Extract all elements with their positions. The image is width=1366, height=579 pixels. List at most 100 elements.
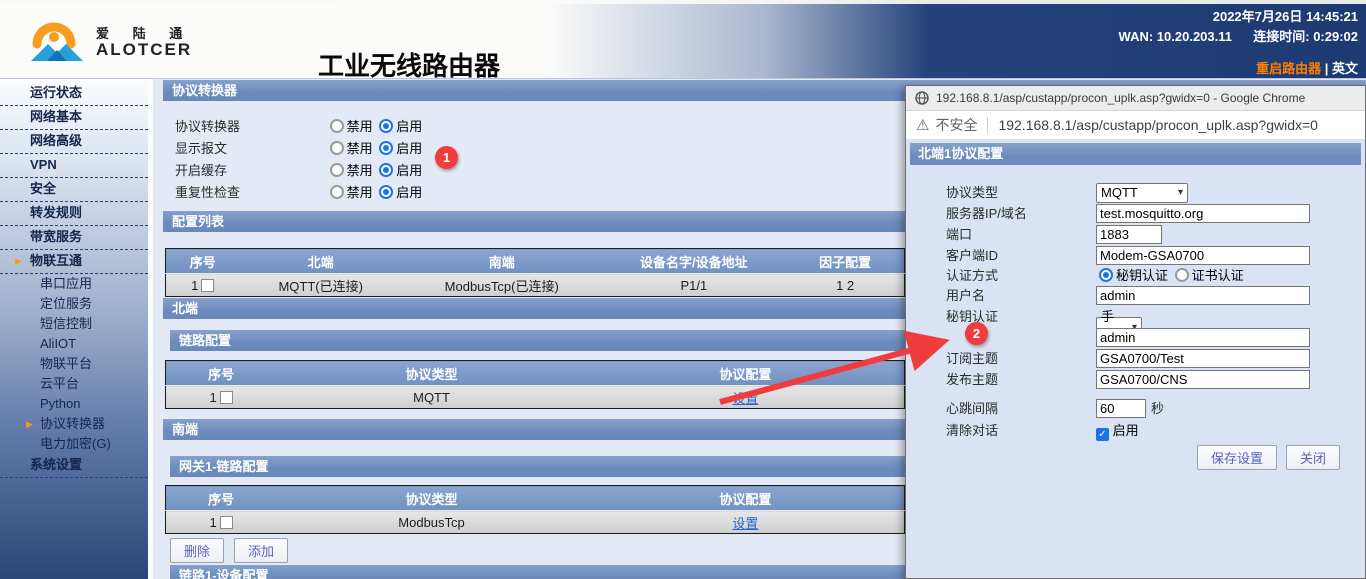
field-row-username: 用户名 [906, 285, 1365, 306]
sidebar-item-label: 网络高级 [30, 133, 82, 148]
sidebar-item-serial-app[interactable]: 串口应用 [0, 274, 148, 294]
popup-titlebar[interactable]: 192.168.8.1/asp/custapp/procon_uplk.asp?… [906, 86, 1365, 111]
col-header-north: 北端 [239, 249, 402, 274]
south-settings-link[interactable]: 设置 [732, 516, 758, 531]
radio-disable[interactable] [330, 141, 344, 155]
sidebar-item-protocol-converter[interactable]: ▶ 协议转换器 [0, 414, 148, 434]
cell-index: 1 [166, 386, 277, 409]
protocol-type-select[interactable]: MQTT▾ [1096, 183, 1188, 203]
sidebar-item-python[interactable]: Python [0, 394, 148, 414]
sidebar-item-iot-interconnect[interactable]: ▶ 物联互通 [0, 250, 148, 274]
username-input[interactable] [1096, 286, 1310, 305]
field-row-port: 端口 [906, 224, 1365, 245]
annotation-step-2: 2 [965, 322, 988, 345]
port-input[interactable] [1096, 225, 1162, 244]
north-link-table: 序号 协议类型 协议配置 1 MQTT 设置 [165, 360, 905, 409]
radio-disable[interactable] [330, 119, 344, 133]
sidebar-item-label: 物联互通 [30, 253, 82, 268]
radio-enable[interactable] [379, 119, 393, 133]
row-checkbox[interactable] [201, 279, 214, 292]
sidebar-item-location-service[interactable]: 定位服务 [0, 294, 148, 314]
radio-enable[interactable] [379, 141, 393, 155]
sidebar-item-forward-rules[interactable]: 转发规则 [0, 202, 148, 226]
wan-status-line: WAN: 10.20.203.11 连接时间: 0:29:02 [1119, 27, 1358, 47]
radio-disable[interactable] [330, 163, 344, 177]
radio-disable[interactable] [330, 185, 344, 199]
brand-logo: 爱 陆 通 ALOTCER [28, 20, 192, 64]
password-input[interactable] [1096, 328, 1310, 347]
config-list-table: 序号 北端 南端 设备名字/设备地址 因子配置 1 MQTT(已连接) Modb… [165, 248, 905, 297]
server-ip-input[interactable] [1096, 204, 1310, 223]
address-url: 192.168.8.1/asp/custapp/procon_uplk.asp?… [998, 117, 1318, 133]
radio-key-auth[interactable] [1099, 268, 1113, 282]
radio-label-disable: 禁用 [347, 141, 373, 156]
sidebar-item-label: 物联平台 [40, 356, 92, 371]
row-checkbox[interactable] [220, 516, 233, 529]
col-header-index: 序号 [166, 249, 240, 274]
sidebar-item-label: AliIOT [40, 336, 76, 351]
col-header-factor: 因子配置 [786, 249, 904, 274]
radio-enable[interactable] [379, 185, 393, 199]
form-label: 显示报文 [175, 138, 323, 160]
col-header-device: 设备名字/设备地址 [601, 249, 786, 274]
table-row: 1 MQTT(已连接) ModbusTcp(已连接) P1/1 1 2 [166, 274, 905, 297]
sidebar-item-label: VPN [30, 157, 57, 172]
sidebar-item-network-advanced[interactable]: 网络高级 [0, 130, 148, 154]
sidebar-item-security[interactable]: 安全 [0, 178, 148, 202]
heartbeat-input[interactable] [1096, 399, 1146, 418]
sidebar-item-aliiot[interactable]: AliIOT [0, 334, 148, 354]
page-title: 工业无线路由器 [318, 46, 500, 83]
sidebar-item-run-status[interactable]: 运行状态 [0, 82, 148, 106]
banner-links: 重启路由器 | 英文 [1256, 58, 1358, 77]
sidebar-item-cloud-platform[interactable]: 云平台 [0, 374, 148, 394]
sidebar-item-sms-control[interactable]: 短信控制 [0, 314, 148, 334]
popup-window-title: 192.168.8.1/asp/custapp/procon_uplk.asp?… [936, 91, 1305, 105]
popup-addressbar[interactable]: ⚠ 不安全 192.168.8.1/asp/custapp/procon_upl… [906, 111, 1365, 140]
field-label: 客户端ID [946, 245, 998, 266]
form-row-show-message: 显示报文 禁用 启用 [175, 138, 422, 160]
form-label: 协议转换器 [175, 116, 323, 138]
sidebar-item-label: 带宽服务 [30, 229, 82, 244]
radio-label-enable: 启用 [396, 141, 422, 156]
checkbox-label: 启用 [1113, 423, 1139, 438]
annotation-step-1: 1 [435, 146, 458, 169]
sidebar-item-label: 协议转换器 [40, 416, 105, 431]
field-label: 心跳间隔 [946, 398, 998, 419]
language-toggle-link[interactable]: 英文 [1332, 61, 1358, 76]
col-header-protocol-config: 协议配置 [587, 361, 905, 386]
delete-button[interactable]: 删除 [170, 538, 224, 563]
active-arrow-icon: ▶ [26, 414, 33, 434]
field-row-server: 服务器IP/域名 [906, 203, 1365, 224]
add-button[interactable]: 添加 [234, 538, 288, 563]
active-arrow-icon: ▶ [15, 250, 22, 272]
brand-text: 爱 陆 通 ALOTCER [96, 26, 192, 59]
sidebar-item-network-basic[interactable]: 网络基本 [0, 106, 148, 130]
row-checkbox[interactable] [220, 391, 233, 404]
link-divider: | [1325, 61, 1329, 76]
alotcer-logo-icon [28, 20, 86, 64]
radio-label-disable: 禁用 [347, 119, 373, 134]
radio-cert-auth[interactable] [1175, 268, 1189, 282]
sidebar-item-system-settings[interactable]: 系统设置 [0, 454, 148, 478]
north-settings-link[interactable]: 设置 [732, 391, 758, 406]
publish-topic-input[interactable] [1096, 370, 1310, 389]
subscribe-topic-input[interactable] [1096, 349, 1310, 368]
col-header-index: 序号 [166, 486, 277, 511]
sidebar-item-iot-platform[interactable]: 物联平台 [0, 354, 148, 374]
cell-south: ModbusTcp(已连接) [402, 274, 602, 297]
radio-enable[interactable] [379, 163, 393, 177]
sidebar-item-vpn[interactable]: VPN [0, 154, 148, 178]
sidebar-item-label: 电力加密(G) [40, 436, 111, 451]
client-id-input[interactable] [1096, 246, 1310, 265]
sidebar-item-power-encryption[interactable]: 电力加密(G) [0, 434, 148, 454]
cell-index: 1 [166, 511, 277, 534]
save-settings-button[interactable]: 保存设置 [1197, 445, 1277, 470]
field-label: 清除对话 [946, 420, 998, 441]
close-button[interactable]: 关闭 [1286, 445, 1340, 470]
clear-session-checkbox[interactable] [1096, 428, 1109, 441]
field-row-protocol-type: 协议类型 MQTT▾ [906, 182, 1365, 203]
col-header-protocol-type: 协议类型 [276, 361, 586, 386]
reboot-router-link[interactable]: 重启路由器 [1256, 61, 1321, 76]
cell-north: MQTT(已连接) [239, 274, 402, 297]
sidebar-item-bandwidth-service[interactable]: 带宽服务 [0, 226, 148, 250]
